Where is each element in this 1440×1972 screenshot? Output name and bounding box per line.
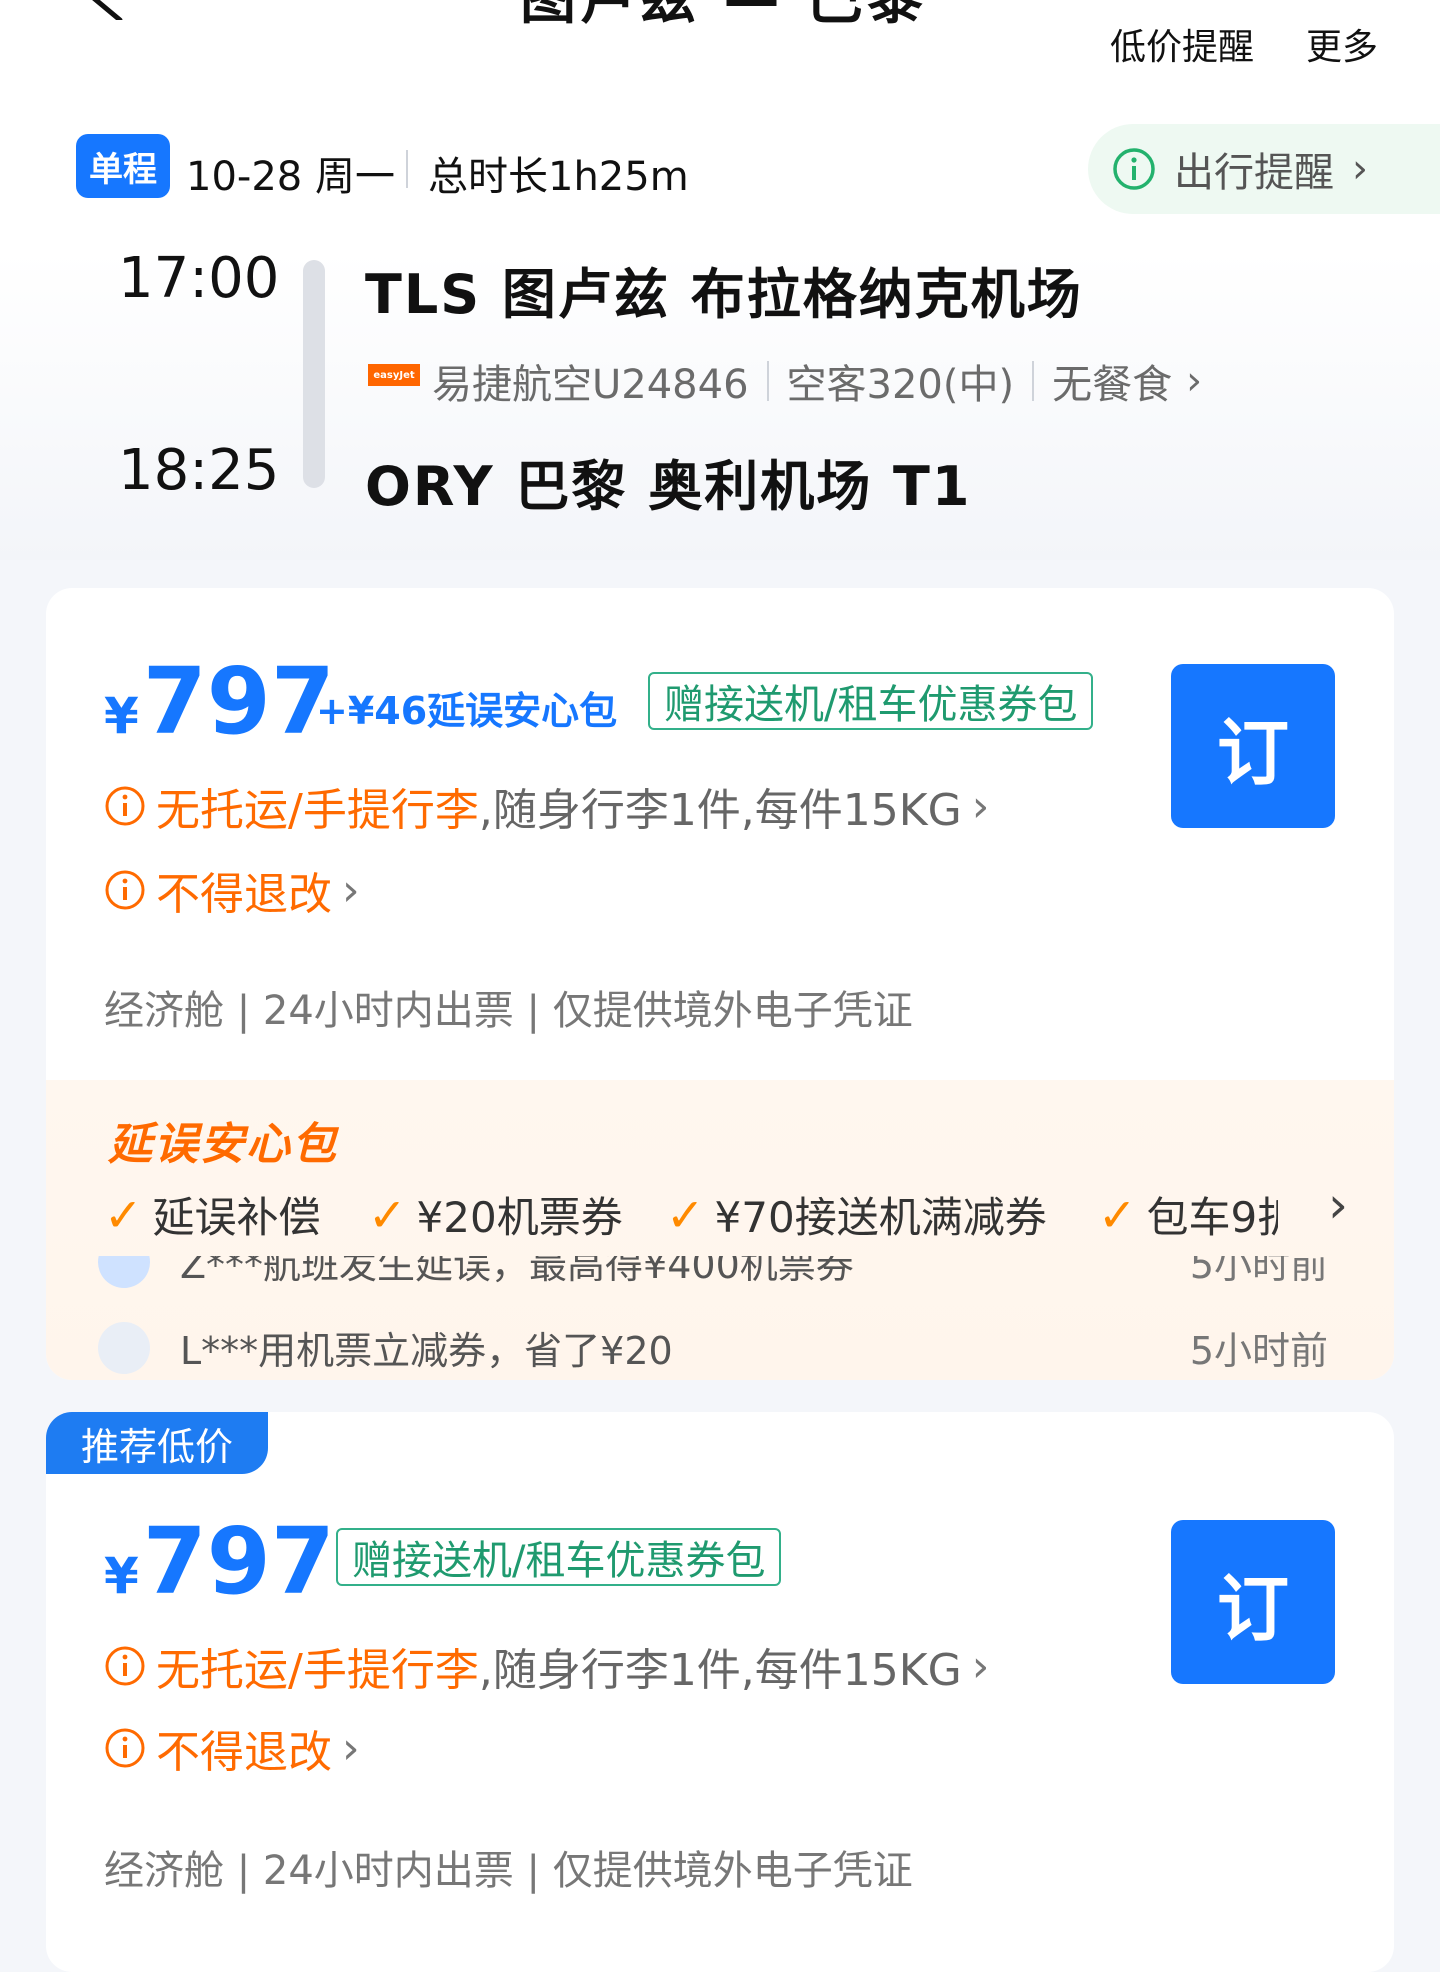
depart-time: 17:00 [118,246,280,311]
arrive-airport: ORY 巴黎 奥利机场 T1 [365,455,972,518]
book-button[interactable]: 订 [1171,1520,1335,1684]
baggage-warning: 无托运/手提行李 [156,785,479,836]
benefit-item: ✓包车9折 [1098,1187,1278,1243]
feed-item: Z***航班发生延误，最高得¥400机票券 5小时前 [98,1256,1394,1289]
refund-warning: 不得退改 [156,1727,332,1778]
baggage-detail: ,随身行李1件,每件15KG [478,1645,962,1696]
offer-card: ¥797 赠接送机/租车优惠券包 订 无托运/手提行李 ,随身行李1件,每件15… [46,1412,1394,1972]
refund-rule[interactable]: 不得退改 › [104,1716,360,1780]
price-alert-link[interactable]: 低价提醒 [1110,18,1254,70]
refund-warning: 不得退改 [156,869,332,920]
depart-airport: TLS 图卢兹 布拉格纳克机场 [365,263,1083,326]
benefit-item: ✓ ¥70接送机满减券 [666,1187,1047,1243]
back-arrow-icon[interactable] [70,0,130,20]
chevron-right-icon: › [971,1640,990,1692]
divider [1032,361,1035,401]
offer-price: ¥797 [104,1508,335,1615]
baggage-detail: ,随身行李1件,每件15KG [478,785,962,836]
coupon-tag: 赠接送机/租车优惠券包 [648,672,1094,730]
chevron-right-icon[interactable]: › [1328,1176,1348,1234]
chevron-right-icon: › [342,1722,360,1774]
baggage-warning: 无托运/手提行李 [156,1645,479,1696]
chevron-right-icon: › [1186,358,1203,404]
chevron-right-icon: › [342,864,360,916]
feed-item: L***用机票立减券，省了¥20 5小时前 [98,1320,1394,1375]
chevron-right-icon: › [1352,146,1368,192]
info-icon [105,1646,145,1686]
meal-info: 无餐食 [1052,362,1173,408]
benefit-item: ✓ 延误补偿 [104,1187,321,1243]
info-icon [105,786,145,826]
avatar [98,1256,150,1288]
check-icon: ✓ [368,1187,407,1242]
info-icon [105,1728,145,1768]
flight-timeline [303,260,325,488]
divider [406,150,408,188]
airline-logo: easyJet [368,364,420,386]
cabin-info: 经济舱 | 24小时内出票 | 仅提供境外电子凭证 [104,1848,913,1894]
refund-rule[interactable]: 不得退改 › [104,858,360,922]
more-link[interactable]: 更多 [1306,18,1378,70]
trip-type-badge: 单程 [76,134,170,198]
cabin-info: 经济舱 | 24小时内出票 | 仅提供境外电子凭证 [104,988,913,1034]
travel-reminder-label: 出行提醒 [1174,150,1334,196]
flight-info-row[interactable]: 易捷航空U24846 空客320(中) 无餐食 › [432,352,1202,410]
activity-feed: Z***航班发生延误，最高得¥400机票券 5小时前 L***用机票立减券，省了… [46,1256,1394,1380]
info-icon [1113,148,1155,190]
delay-package-title: 延误安心包 [108,1119,338,1170]
info-icon [105,870,145,910]
trip-duration: 总时长1h25m [428,154,689,200]
check-icon: ✓ [666,1187,705,1242]
coupon-tag: 赠接送机/租车优惠券包 [336,1528,782,1586]
airline-flight-number: 易捷航空U24846 [432,362,749,408]
baggage-rule[interactable]: 无托运/手提行李 ,随身行李1件,每件15KG › [104,774,989,838]
offer-card: ¥797 +¥46延误安心包 赠接送机/租车优惠券包 订 无托运/手提行李 ,随… [46,588,1394,1380]
benefit-item: ✓ ¥20机票券 [368,1187,623,1243]
offer-price: ¥797 [104,648,335,755]
delay-package-panel[interactable]: 延误安心包 ✓延误补偿 ✓¥20机票券 ✓¥70接送机满减券 ✓包车9折 › Z… [46,1080,1394,1380]
page-title: 图卢兹 — 巴黎 [520,0,927,35]
delay-package-addon[interactable]: +¥46延误安心包 [316,680,617,735]
trip-date: 10-28 周一 [186,154,395,200]
travel-reminder-button[interactable]: 出行提醒 › [1088,124,1440,214]
avatar [98,1321,150,1374]
book-button[interactable]: 订 [1171,664,1335,828]
check-icon: ✓ [104,1187,143,1242]
chevron-right-icon: › [971,780,990,832]
recommended-badge: 推荐低价 [46,1412,268,1474]
baggage-rule[interactable]: 无托运/手提行李 ,随身行李1件,每件15KG › [104,1634,989,1698]
check-icon: ✓ [1098,1187,1137,1242]
arrive-time: 18:25 [118,438,280,503]
aircraft-type: 空客320(中) [786,362,1015,408]
divider [766,361,769,401]
